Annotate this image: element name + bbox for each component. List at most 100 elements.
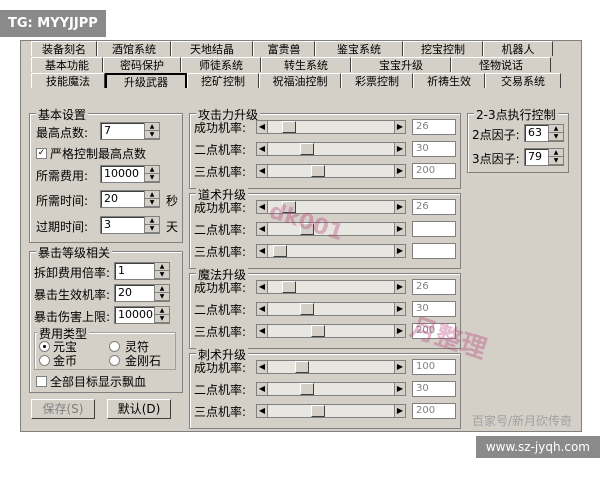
magic-upgrade-value-field[interactable]: 26 <box>412 279 456 295</box>
slider-thumb[interactable] <box>310 165 325 177</box>
taoist-upgrade-slider[interactable]: ◀ ▶ <box>256 244 406 258</box>
slider-right-arrow-icon[interactable]: ▶ <box>394 325 405 337</box>
assassin-upgrade-value-field[interactable]: 30 <box>412 381 456 397</box>
strict-checkbox[interactable]: ✓ <box>36 148 47 159</box>
tab-pray[interactable]: 祈祷生效 <box>413 73 485 88</box>
slider-left-arrow-icon[interactable]: ◀ <box>257 143 268 155</box>
assassin-upgrade-slider[interactable]: ◀ ▶ <box>256 404 406 418</box>
disassemble-stepper[interactable]: 1 ▲ ▼ <box>114 262 170 280</box>
max-points-spin-buttons[interactable]: ▲ ▼ <box>144 123 159 139</box>
slider-thumb[interactable] <box>299 383 314 395</box>
crit-cap-stepper[interactable]: 10000 ▲ ▼ <box>114 306 170 324</box>
attack-upgrade-slider[interactable]: ◀ ▶ <box>256 142 406 156</box>
default-button[interactable]: 默认(D) <box>107 399 171 419</box>
fee-spin-buttons[interactable]: ▲ ▼ <box>144 166 159 182</box>
slider-right-arrow-icon[interactable]: ▶ <box>394 143 405 155</box>
attack-upgrade-value-field[interactable]: 30 <box>412 141 456 157</box>
slider-thumb[interactable] <box>310 325 325 337</box>
tab-monster-talk[interactable]: 怪物说话 <box>451 57 551 72</box>
slider-right-arrow-icon[interactable]: ▶ <box>394 303 405 315</box>
radio-lingfu[interactable] <box>109 341 120 352</box>
tab-tavern[interactable]: 酒馆系统 <box>97 41 171 56</box>
factor2-stepper[interactable]: 63 ▲ ▼ <box>524 124 564 142</box>
tab-password[interactable]: 密码保护 <box>103 57 181 72</box>
slider-left-arrow-icon[interactable]: ◀ <box>257 121 268 133</box>
slider-thumb[interactable] <box>273 245 288 257</box>
crit-chance-stepper[interactable]: 20 ▲ ▼ <box>114 284 170 302</box>
slider-left-arrow-icon[interactable]: ◀ <box>257 383 268 395</box>
slider-thumb[interactable] <box>282 121 297 133</box>
tab-rebirth[interactable]: 转生系统 <box>261 57 351 72</box>
attack-upgrade-value-field[interactable]: 26 <box>412 119 456 135</box>
magic-upgrade-slider[interactable]: ◀ ▶ <box>256 302 406 316</box>
tab-master[interactable]: 师徒系统 <box>181 57 261 72</box>
slider-thumb[interactable] <box>310 405 325 417</box>
radio-yuanbao[interactable] <box>39 341 50 352</box>
slider-thumb[interactable] <box>299 303 314 315</box>
slider-right-arrow-icon[interactable]: ▶ <box>394 281 405 293</box>
crit-chance-spin-buttons[interactable]: ▲ ▼ <box>154 285 169 301</box>
slider-right-arrow-icon[interactable]: ▶ <box>394 121 405 133</box>
tab-lottery[interactable]: 彩票控制 <box>341 73 413 88</box>
attack-upgrade-value-field[interactable]: 200 <box>412 163 456 179</box>
slider-left-arrow-icon[interactable]: ◀ <box>257 405 268 417</box>
show-all-checkbox[interactable] <box>36 376 47 387</box>
slider-left-arrow-icon[interactable]: ◀ <box>257 165 268 177</box>
slider-thumb[interactable] <box>282 281 297 293</box>
tab-dig-treasure[interactable]: 挖宝控制 <box>403 41 483 56</box>
tab-beast[interactable]: 富贵兽 <box>253 41 315 56</box>
slider-right-arrow-icon[interactable]: ▶ <box>394 383 405 395</box>
tab-crystal[interactable]: 天地结晶 <box>171 41 253 56</box>
magic-upgrade-slider[interactable]: ◀ ▶ <box>256 324 406 338</box>
factor3-spin-buttons[interactable]: ▲ ▼ <box>548 149 563 165</box>
radio-jingangshi[interactable] <box>109 355 120 366</box>
slider-right-arrow-icon[interactable]: ▶ <box>394 361 405 373</box>
slider-left-arrow-icon[interactable]: ◀ <box>257 303 268 315</box>
slider-left-arrow-icon[interactable]: ◀ <box>257 201 268 213</box>
time-spin-buttons[interactable]: ▲ ▼ <box>144 191 159 207</box>
attack-upgrade-slider[interactable]: ◀ ▶ <box>256 120 406 134</box>
fee-stepper[interactable]: 10000 ▲ ▼ <box>100 165 160 183</box>
slider-right-arrow-icon[interactable]: ▶ <box>394 201 405 213</box>
expire-stepper[interactable]: 3 ▲ ▼ <box>100 216 160 234</box>
tab-skill-magic[interactable]: 技能魔法 <box>31 73 105 88</box>
taoist-upgrade-value-field[interactable]: 26 <box>412 199 456 215</box>
tab-equip-engrave[interactable]: 装备刻名 <box>31 41 97 56</box>
taoist-upgrade-value-field[interactable] <box>412 221 456 237</box>
save-button[interactable]: 保存(S) <box>31 399 95 419</box>
tab-mining[interactable]: 挖矿控制 <box>187 73 259 88</box>
slider-left-arrow-icon[interactable]: ◀ <box>257 245 268 257</box>
slider-right-arrow-icon[interactable]: ▶ <box>394 223 405 235</box>
tab-appraise[interactable]: 鉴宝系统 <box>315 41 403 56</box>
slider-left-arrow-icon[interactable]: ◀ <box>257 223 268 235</box>
assassin-upgrade-slider[interactable]: ◀ ▶ <box>256 360 406 374</box>
magic-upgrade-slider[interactable]: ◀ ▶ <box>256 280 406 294</box>
disassemble-spin-buttons[interactable]: ▲ ▼ <box>154 263 169 279</box>
slider-thumb[interactable] <box>295 361 310 373</box>
radio-jinbi[interactable] <box>39 355 50 366</box>
time-stepper[interactable]: 20 ▲ ▼ <box>100 190 160 208</box>
assassin-upgrade-slider[interactable]: ◀ ▶ <box>256 382 406 396</box>
slider-right-arrow-icon[interactable]: ▶ <box>394 245 405 257</box>
tab-robot[interactable]: 机器人 <box>483 41 553 56</box>
tab-pet-upgrade[interactable]: 宝宝升级 <box>351 57 451 72</box>
tab-basic[interactable]: 基本功能 <box>31 57 103 72</box>
slider-left-arrow-icon[interactable]: ◀ <box>257 281 268 293</box>
max-points-stepper[interactable]: 7 ▲ ▼ <box>100 122 160 140</box>
tab-trade[interactable]: 交易系统 <box>485 73 561 88</box>
slider-left-arrow-icon[interactable]: ◀ <box>257 361 268 373</box>
factor3-stepper[interactable]: 79 ▲ ▼ <box>524 148 564 166</box>
assassin-upgrade-value-field[interactable]: 100 <box>412 359 456 375</box>
assassin-upgrade-value-field[interactable]: 200 <box>412 403 456 419</box>
slider-thumb[interactable] <box>299 143 314 155</box>
tab-bless-oil[interactable]: 祝福油控制 <box>259 73 341 88</box>
crit-cap-spin-buttons[interactable]: ▲ ▼ <box>154 307 169 323</box>
tab-upgrade-weapon[interactable]: 升级武器 <box>105 73 187 89</box>
expire-spin-buttons[interactable]: ▲ ▼ <box>144 217 159 233</box>
taoist-upgrade-value-field[interactable] <box>412 243 456 259</box>
slider-left-arrow-icon[interactable]: ◀ <box>257 325 268 337</box>
slider-right-arrow-icon[interactable]: ▶ <box>394 165 405 177</box>
slider-right-arrow-icon[interactable]: ▶ <box>394 405 405 417</box>
factor2-spin-buttons[interactable]: ▲ ▼ <box>548 125 563 141</box>
attack-upgrade-slider[interactable]: ◀ ▶ <box>256 164 406 178</box>
